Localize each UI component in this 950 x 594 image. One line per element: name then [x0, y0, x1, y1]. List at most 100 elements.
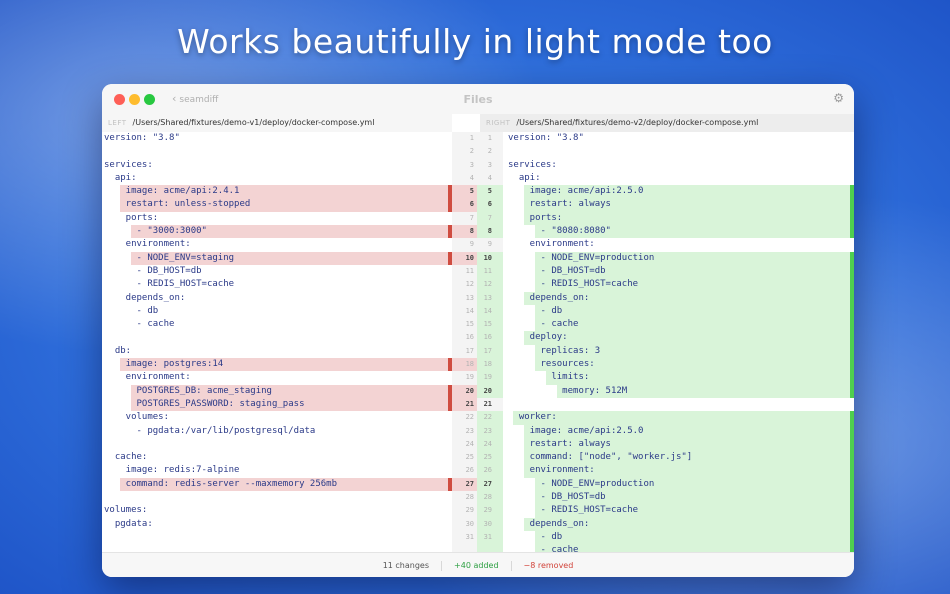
- added-line-highlight: [535, 318, 854, 332]
- right-code-line: api:: [503, 172, 854, 185]
- gutter-row: 11: [452, 132, 503, 145]
- right-code-text: limits:: [508, 372, 590, 383]
- right-code-text: - NODE_ENV=production: [508, 478, 655, 489]
- added-marker: [850, 225, 854, 239]
- right-line-number: 25: [483, 453, 492, 462]
- gutter-row: 27 27: [452, 477, 503, 492]
- right-code-line: - cache: [503, 544, 854, 552]
- left-line-number: 25: [465, 453, 474, 462]
- right-line-number: 8: [487, 227, 492, 236]
- added-marker: [850, 530, 854, 545]
- left-code-line: - DB_HOST=db: [102, 265, 452, 278]
- left-line-number: 26: [465, 466, 474, 475]
- line-number-gutter: 1 1 2 2 3 3 4 4 5 5 6 6 7 7 8 8 9 9 10 10 11 11 12 12 13 13 14 14 15…: [452, 132, 503, 552]
- left-line-number: 31: [465, 532, 474, 541]
- right-code-line: - DB_HOST=db: [503, 264, 854, 279]
- right-line-number: 12: [483, 280, 492, 289]
- right-code-text: - REDIS_HOST=cache: [508, 505, 639, 516]
- gutter-row: 13 13: [452, 291, 503, 305]
- added-marker: [850, 304, 854, 319]
- status-bar: 11 changes +40 added −8 removed: [102, 552, 854, 577]
- right-code-line: - NODE_ENV=production: [503, 477, 854, 492]
- right-code-text: version: "3.8": [508, 133, 584, 143]
- right-code-text: command: ["node", "worker.js"]: [508, 452, 693, 463]
- right-code-text: depends_on:: [508, 292, 590, 303]
- added-marker: [850, 278, 854, 292]
- right-line-number: 15: [483, 320, 492, 329]
- left-code-text: cache:: [104, 452, 148, 463]
- right-code-text: memory: 512M: [508, 385, 628, 396]
- left-code-line: image: postgres:14: [102, 358, 452, 372]
- right-code-line: - cache: [503, 318, 854, 332]
- gutter-row: 16 16: [452, 331, 503, 345]
- gutter-row: 99: [452, 238, 503, 251]
- right-line-number: 6: [487, 200, 492, 209]
- left-code-line: restart: unless-stopped: [102, 198, 452, 212]
- left-line-number: 24: [465, 439, 474, 448]
- left-code-text: services:: [104, 159, 153, 170]
- right-line-number: 19: [483, 373, 492, 382]
- left-line-number: 11: [465, 266, 474, 275]
- right-code-line: depends_on:: [503, 291, 854, 305]
- left-code-text: environment:: [104, 372, 191, 383]
- title-bar: ‹ seamdiff Files ⚙: [102, 84, 854, 114]
- added-marker: [850, 517, 854, 531]
- left-line-number: 22: [465, 413, 474, 422]
- left-code-line: POSTGRES_DB: acme_staging: [102, 384, 452, 398]
- right-code-text: deploy:: [508, 332, 568, 343]
- right-code-pane[interactable]: version: "3.8" services: api: image: acme…: [503, 132, 854, 552]
- right-line-number: 14: [483, 306, 492, 315]
- right-code-text: image: acme/api:2.5.0: [508, 186, 644, 197]
- left-line-number: 16: [465, 333, 474, 342]
- gutter-row: 28 28: [452, 491, 503, 505]
- added-marker: [850, 211, 854, 226]
- left-code-line: services:: [102, 159, 452, 172]
- removed-marker: [448, 225, 452, 239]
- gutter-row: 19 19: [452, 371, 503, 385]
- right-code-line: restart: always: [503, 437, 854, 452]
- added-marker: [850, 477, 854, 492]
- right-line-number: 11: [483, 266, 492, 275]
- gutter-row: 15 15: [452, 318, 503, 332]
- left-code-line: - cache: [102, 318, 452, 331]
- right-code-line: - NODE_ENV=production: [503, 251, 854, 265]
- left-code-text: depends_on:: [104, 292, 186, 303]
- added-marker: [850, 318, 854, 332]
- left-code-pane[interactable]: version: "3.8" services: api: image: acme…: [102, 132, 452, 552]
- left-code-text: ports:: [104, 212, 159, 223]
- left-code-text: command: redis-server --maxmemory 256mb: [104, 478, 337, 489]
- right-code-text: image: acme/api:2.5.0: [508, 425, 644, 436]
- added-count: +40 added: [454, 561, 499, 570]
- removed-marker: [448, 384, 452, 398]
- left-code-line: version: "3.8": [102, 132, 452, 145]
- right-code-line: version: "3.8": [503, 132, 854, 145]
- right-line-number: 24: [483, 439, 492, 448]
- removed-marker: [448, 251, 452, 265]
- right-code-line: environment:: [503, 464, 854, 478]
- left-line-number: 23: [465, 426, 474, 435]
- left-code-text: - NODE_ENV=staging: [104, 252, 235, 263]
- left-code-line: [102, 544, 452, 552]
- right-line-number: 23: [483, 426, 492, 435]
- left-line-number: 14: [465, 306, 474, 315]
- right-code-text: - REDIS_HOST=cache: [508, 279, 639, 290]
- added-marker: [850, 384, 854, 398]
- left-code-line: volumes:: [102, 504, 452, 517]
- right-line-number: 22: [483, 413, 492, 422]
- right-line-number: 16: [483, 333, 492, 342]
- left-code-text: - "3000:3000": [104, 226, 207, 237]
- right-code-text: - cache: [508, 319, 579, 330]
- left-code-text: version: "3.8": [104, 133, 180, 143]
- right-code-text: - DB_HOST=db: [508, 265, 606, 276]
- right-path-bar: RIGHT/Users/Shared/fixtures/demo-v2/depl…: [480, 114, 854, 132]
- added-marker: [850, 424, 854, 438]
- left-line-number: 9: [469, 240, 474, 249]
- right-code-line: depends_on:: [503, 517, 854, 531]
- left-code-text: image: postgres:14: [104, 359, 224, 370]
- window-title: Files: [463, 93, 493, 106]
- left-code-line: image: redis:7-alpine: [102, 464, 452, 477]
- left-code-text: - DB_HOST=db: [104, 265, 202, 276]
- left-line-number: 21: [465, 399, 474, 408]
- right-line-number: 3: [487, 160, 492, 169]
- gear-icon[interactable]: ⚙: [833, 91, 844, 105]
